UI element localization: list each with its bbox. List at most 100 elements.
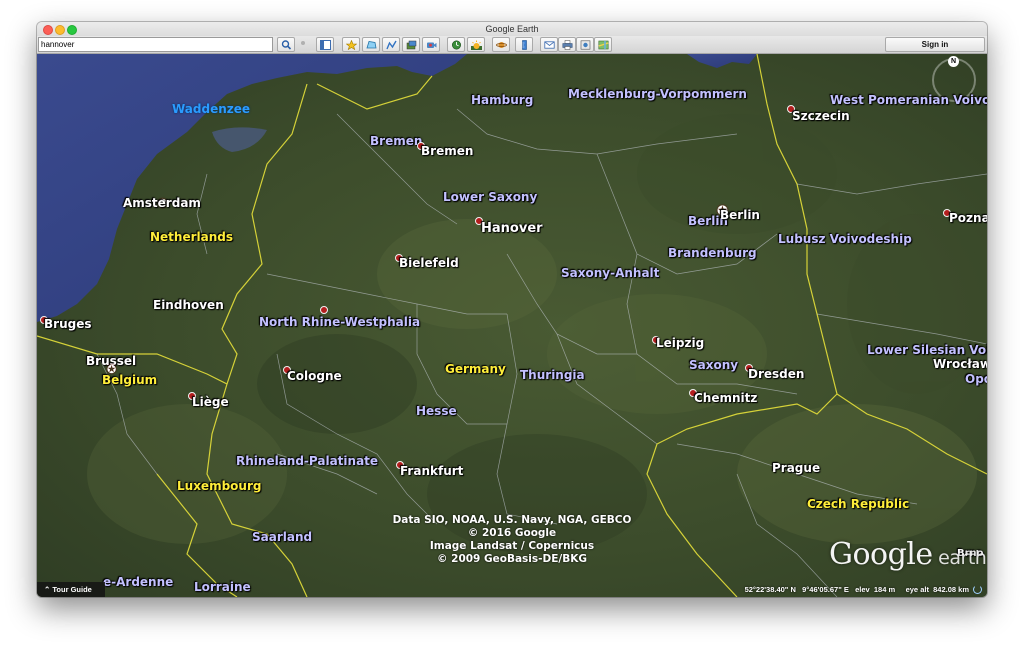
zoom-window-button[interactable] bbox=[67, 25, 77, 35]
label-leipzig: Leipzig bbox=[656, 336, 705, 350]
latitude-readout: 52°22'38.40" N bbox=[744, 585, 796, 594]
printer-icon bbox=[562, 39, 572, 50]
sign-in-button[interactable]: Sign in bbox=[885, 37, 985, 52]
tour-guide-label: Tour Guide bbox=[52, 585, 92, 594]
tour-icon bbox=[426, 42, 436, 48]
email-button[interactable] bbox=[540, 37, 558, 52]
logo-google: Google bbox=[829, 537, 933, 572]
eye-alt-label: eye alt bbox=[905, 585, 929, 594]
label-belgium: Belgium bbox=[102, 373, 158, 387]
label-lubusz: Lubusz Voivodeship bbox=[778, 232, 912, 246]
loading-spinner-icon bbox=[973, 585, 982, 594]
label-cologne: Cologne bbox=[287, 369, 342, 383]
label-prague: Prague bbox=[772, 461, 821, 475]
label-brandenburg: Brandenburg bbox=[668, 246, 757, 260]
search-input[interactable] bbox=[38, 37, 273, 52]
add-placemark-button[interactable] bbox=[342, 37, 360, 52]
elevation-readout: 184 m bbox=[873, 585, 896, 594]
planets-button[interactable] bbox=[492, 37, 510, 52]
tour-guide-button[interactable]: ⌃ Tour Guide bbox=[37, 582, 105, 597]
sun-icon bbox=[470, 40, 482, 50]
pin-dusseldorf[interactable] bbox=[320, 306, 328, 314]
polygon-icon bbox=[365, 40, 376, 48]
label-poznan: Poznań bbox=[949, 211, 987, 225]
view-in-maps-button[interactable] bbox=[594, 37, 612, 52]
maps-icon bbox=[598, 40, 608, 49]
label-lower-saxony: Lower Saxony bbox=[443, 190, 538, 204]
label-eindhoven: Eindhoven bbox=[153, 298, 224, 312]
planet-icon bbox=[495, 41, 507, 48]
label-thuringia: Thuringia bbox=[520, 368, 585, 382]
label-szczecin: Szczecin bbox=[792, 109, 850, 123]
label-dresden: Dresden bbox=[748, 367, 805, 381]
close-window-button[interactable] bbox=[43, 25, 53, 35]
add-polygon-button[interactable] bbox=[362, 37, 380, 52]
label-liege: Liège bbox=[192, 395, 229, 409]
print-button[interactable] bbox=[558, 37, 576, 52]
record-tour-button[interactable] bbox=[422, 37, 440, 52]
label-chemnitz: Chemnitz bbox=[694, 391, 758, 405]
eye-alt-readout: 842.08 km bbox=[933, 585, 969, 594]
minimize-window-button[interactable] bbox=[55, 25, 65, 35]
status-bar: 52°22'38.40" N 9°46'05.67" E elev 184 m … bbox=[607, 583, 987, 597]
label-berlin: Berlin bbox=[720, 208, 760, 222]
attribution-line-2: © 2016 Google bbox=[467, 527, 557, 539]
label-hamburg: Hamburg bbox=[471, 93, 534, 107]
label-west-pomeranian: West Pomeranian Voivod bbox=[830, 93, 987, 107]
longitude-readout: 9°46'05.67" E bbox=[802, 585, 849, 594]
label-netherlands: Netherlands bbox=[150, 230, 234, 244]
label-saxony-anhalt: Saxony-Anhalt bbox=[561, 266, 660, 280]
label-hanover: Hanover bbox=[481, 221, 543, 236]
north-indicator[interactable]: N bbox=[948, 56, 959, 67]
label-wroclaw: Wrocław bbox=[933, 357, 987, 371]
magnifier-icon bbox=[281, 39, 291, 50]
label-champagne-ardenne: e-Ardenne bbox=[103, 575, 174, 589]
ruler-button[interactable] bbox=[515, 37, 533, 52]
label-luxembourg: Luxembourg bbox=[177, 479, 262, 493]
label-hesse: Hesse bbox=[416, 404, 457, 418]
ruler-icon bbox=[521, 39, 527, 50]
save-image-icon bbox=[580, 40, 590, 49]
label-lower-silesian: Lower Silesian Voiv bbox=[867, 343, 987, 357]
attribution-line-1: Data SIO, NOAA, U.S. Navy, NGA, GEBCO bbox=[392, 514, 632, 526]
label-saxony: Saxony bbox=[689, 358, 739, 372]
toolbar: Sign in bbox=[37, 36, 987, 54]
placemark-icon bbox=[345, 39, 357, 50]
envelope-icon bbox=[543, 40, 555, 49]
label-bruges: Bruges bbox=[44, 317, 92, 331]
label-bremen: Bremen bbox=[421, 144, 474, 158]
label-mecklenburg: Mecklenburg-Vorpommern bbox=[568, 87, 747, 101]
google-earth-logo: Google earth bbox=[829, 537, 987, 572]
attribution-line-4: © 2009 GeoBasis-DE/BKG bbox=[436, 553, 587, 565]
clock-icon bbox=[451, 40, 461, 49]
earth-map-view[interactable]: N Waddenzee Hamburg Mecklenburg-Vorpomme… bbox=[37, 54, 987, 597]
window-title: Google Earth bbox=[485, 24, 539, 34]
sidebar-icon bbox=[319, 39, 331, 50]
label-amsterdam: Amsterdam bbox=[123, 196, 201, 210]
label-lorraine: Lorraine bbox=[194, 580, 251, 594]
google-earth-window: Google Earth hannover Sign in N Waddenze… bbox=[37, 22, 987, 597]
sunlight-button[interactable] bbox=[467, 37, 485, 52]
separator-dot bbox=[301, 41, 305, 45]
elevation-label: elev bbox=[855, 585, 870, 594]
label-frankfurt: Frankfurt bbox=[400, 464, 464, 478]
path-icon bbox=[385, 40, 397, 49]
logo-earth: earth bbox=[932, 547, 987, 569]
label-waddenzee: Waddenzee bbox=[172, 102, 251, 116]
label-opole: Opo bbox=[965, 372, 987, 386]
attribution: Data SIO, NOAA, U.S. Navy, NGA, GEBCO © … bbox=[367, 514, 657, 566]
label-saarland: Saarland bbox=[252, 530, 313, 544]
title-bar[interactable]: Google Earth bbox=[37, 22, 987, 36]
sidebar-toggle-button[interactable] bbox=[316, 37, 334, 52]
add-path-button[interactable] bbox=[382, 37, 400, 52]
historical-imagery-button[interactable] bbox=[447, 37, 465, 52]
label-czech-republic: Czech Republic bbox=[807, 497, 910, 511]
image-overlay-button[interactable] bbox=[402, 37, 420, 52]
save-image-button[interactable] bbox=[576, 37, 594, 52]
search-button[interactable] bbox=[277, 37, 295, 52]
chevron-up-icon: ⌃ bbox=[44, 585, 51, 594]
attribution-line-3: Image Landsat / Copernicus bbox=[429, 540, 595, 552]
label-rhineland-palatinate: Rhineland-Palatinate bbox=[236, 454, 379, 468]
overlay-icon bbox=[406, 40, 416, 49]
label-bremen-state: Bremen bbox=[370, 134, 423, 148]
